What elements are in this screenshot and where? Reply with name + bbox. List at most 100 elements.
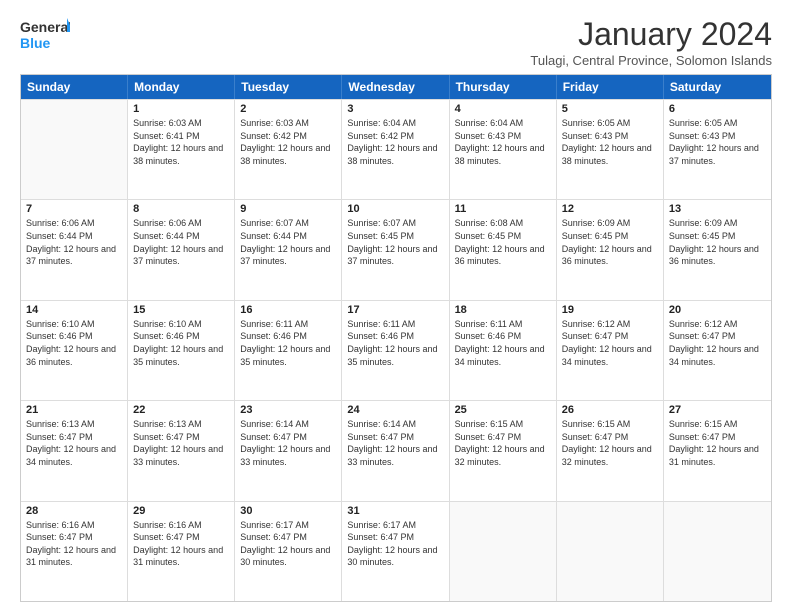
week-row-4: 28 Sunrise: 6:16 AMSunset: 6:47 PMDayligh… (21, 501, 771, 601)
date-number-15: 15 (133, 304, 229, 316)
logo: General Blue (20, 16, 70, 54)
cell-info-19: Sunrise: 6:12 AMSunset: 6:47 PMDaylight:… (562, 318, 658, 368)
empty-cell-4-5 (557, 502, 664, 601)
cell-info-24: Sunrise: 6:14 AMSunset: 6:47 PMDaylight:… (347, 418, 443, 468)
date-number-9: 9 (240, 203, 336, 215)
cell-info-29: Sunrise: 6:16 AMSunset: 6:47 PMDaylight:… (133, 519, 229, 569)
cell-info-8: Sunrise: 6:06 AMSunset: 6:44 PMDaylight:… (133, 217, 229, 267)
date-number-21: 21 (26, 404, 122, 416)
day-23: 23Sunrise: 6:14 AMSunset: 6:47 PMDayligh… (235, 401, 342, 500)
cell-info-22: Sunrise: 6:13 AMSunset: 6:47 PMDaylight:… (133, 418, 229, 468)
empty-cell-4-4 (450, 502, 557, 601)
date-number-27: 27 (669, 404, 766, 416)
cell-info-18: Sunrise: 6:11 AMSunset: 6:46 PMDaylight:… (455, 318, 551, 368)
header-day-thursday: Thursday (450, 75, 557, 99)
logo-svg: General Blue (20, 16, 70, 54)
date-number-29: 29 (133, 505, 229, 517)
header-day-saturday: Saturday (664, 75, 771, 99)
subtitle: Tulagi, Central Province, Solomon Island… (530, 53, 772, 68)
svg-text:Blue: Blue (20, 35, 51, 51)
cell-info-25: Sunrise: 6:15 AMSunset: 6:47 PMDaylight:… (455, 418, 551, 468)
day-27: 27 Sunrise: 6:15 AMSunset: 6:47 PMDayligh… (664, 401, 771, 500)
date-number-19: 19 (562, 304, 658, 316)
cell-info-9: Sunrise: 6:07 AMSunset: 6:44 PMDaylight:… (240, 217, 336, 267)
header-day-sunday: Sunday (21, 75, 128, 99)
day-11: 11 Sunrise: 6:08 AMSunset: 6:45 PMDayligh… (450, 200, 557, 299)
day-13: 13Sunrise: 6:09 AMSunset: 6:45 PMDayligh… (664, 200, 771, 299)
week-row-2: 14 Sunrise: 6:10 AMSunset: 6:46 PMDayligh… (21, 300, 771, 400)
cell-info-11: Sunrise: 6:08 AMSunset: 6:45 PMDaylight:… (455, 217, 551, 267)
date-number-16: 16 (240, 304, 336, 316)
page: General Blue January 2024 Tulagi, Centra… (0, 0, 792, 612)
header-day-monday: Monday (128, 75, 235, 99)
date-number-28: 28 (26, 505, 122, 517)
header-day-wednesday: Wednesday (342, 75, 449, 99)
month-title: January 2024 (530, 16, 772, 53)
cell-info-26: Sunrise: 6:15 AMSunset: 6:47 PMDaylight:… (562, 418, 658, 468)
day-22: 22Sunrise: 6:13 AMSunset: 6:47 PMDayligh… (128, 401, 235, 500)
date-number-11: 11 (455, 203, 551, 215)
day-18: 18Sunrise: 6:11 AMSunset: 6:46 PMDayligh… (450, 301, 557, 400)
day-7: 7 Sunrise: 6:06 AMSunset: 6:44 PMDaylight… (21, 200, 128, 299)
svg-text:General: General (20, 19, 70, 35)
week-row-0: 1Sunrise: 6:03 AMSunset: 6:41 PMDaylight… (21, 99, 771, 199)
day-3: 3 Sunrise: 6:04 AMSunset: 6:42 PMDaylight… (342, 100, 449, 199)
day-29: 29 Sunrise: 6:16 AMSunset: 6:47 PMDayligh… (128, 502, 235, 601)
cell-info-7: Sunrise: 6:06 AMSunset: 6:44 PMDaylight:… (26, 217, 122, 267)
cell-info-6: Sunrise: 6:05 AMSunset: 6:43 PMDaylight:… (669, 117, 766, 167)
cell-info-15: Sunrise: 6:10 AMSunset: 6:46 PMDaylight:… (133, 318, 229, 368)
empty-cell-0-0 (21, 100, 128, 199)
day-15: 15 Sunrise: 6:10 AMSunset: 6:46 PMDayligh… (128, 301, 235, 400)
date-number-5: 5 (562, 103, 658, 115)
day-26: 26 Sunrise: 6:15 AMSunset: 6:47 PMDayligh… (557, 401, 664, 500)
cell-info-1: Sunrise: 6:03 AMSunset: 6:41 PMDaylight:… (133, 117, 229, 167)
day-14: 14 Sunrise: 6:10 AMSunset: 6:46 PMDayligh… (21, 301, 128, 400)
date-number-30: 30 (240, 505, 336, 517)
day-12: 12Sunrise: 6:09 AMSunset: 6:45 PMDayligh… (557, 200, 664, 299)
cell-info-16: Sunrise: 6:11 AMSunset: 6:46 PMDaylight:… (240, 318, 336, 368)
cell-info-3: Sunrise: 6:04 AMSunset: 6:42 PMDaylight:… (347, 117, 443, 167)
empty-cell-4-6 (664, 502, 771, 601)
cell-info-5: Sunrise: 6:05 AMSunset: 6:43 PMDaylight:… (562, 117, 658, 167)
date-number-23: 23 (240, 404, 336, 416)
date-number-14: 14 (26, 304, 122, 316)
cell-info-14: Sunrise: 6:10 AMSunset: 6:46 PMDaylight:… (26, 318, 122, 368)
cell-info-21: Sunrise: 6:13 AMSunset: 6:47 PMDaylight:… (26, 418, 122, 468)
header-day-tuesday: Tuesday (235, 75, 342, 99)
cell-info-4: Sunrise: 6:04 AMSunset: 6:43 PMDaylight:… (455, 117, 551, 167)
day-1: 1Sunrise: 6:03 AMSunset: 6:41 PMDaylight… (128, 100, 235, 199)
cell-info-31: Sunrise: 6:17 AMSunset: 6:47 PMDaylight:… (347, 519, 443, 569)
day-9: 9 Sunrise: 6:07 AMSunset: 6:44 PMDaylight… (235, 200, 342, 299)
day-20: 20 Sunrise: 6:12 AMSunset: 6:47 PMDayligh… (664, 301, 771, 400)
cell-info-17: Sunrise: 6:11 AMSunset: 6:46 PMDaylight:… (347, 318, 443, 368)
day-10: 10 Sunrise: 6:07 AMSunset: 6:45 PMDayligh… (342, 200, 449, 299)
day-30: 30Sunrise: 6:17 AMSunset: 6:47 PMDayligh… (235, 502, 342, 601)
date-number-6: 6 (669, 103, 766, 115)
week-row-3: 21 Sunrise: 6:13 AMSunset: 6:47 PMDayligh… (21, 400, 771, 500)
cell-info-13: Sunrise: 6:09 AMSunset: 6:45 PMDaylight:… (669, 217, 766, 267)
day-16: 16 Sunrise: 6:11 AMSunset: 6:46 PMDayligh… (235, 301, 342, 400)
day-17: 17Sunrise: 6:11 AMSunset: 6:46 PMDayligh… (342, 301, 449, 400)
cell-info-20: Sunrise: 6:12 AMSunset: 6:47 PMDaylight:… (669, 318, 766, 368)
calendar: SundayMondayTuesdayWednesdayThursdayFrid… (20, 74, 772, 602)
calendar-header-row: SundayMondayTuesdayWednesdayThursdayFrid… (21, 75, 771, 99)
date-number-26: 26 (562, 404, 658, 416)
cell-info-10: Sunrise: 6:07 AMSunset: 6:45 PMDaylight:… (347, 217, 443, 267)
week-row-1: 7 Sunrise: 6:06 AMSunset: 6:44 PMDaylight… (21, 199, 771, 299)
date-number-20: 20 (669, 304, 766, 316)
date-number-3: 3 (347, 103, 443, 115)
day-19: 19 Sunrise: 6:12 AMSunset: 6:47 PMDayligh… (557, 301, 664, 400)
day-24: 24Sunrise: 6:14 AMSunset: 6:47 PMDayligh… (342, 401, 449, 500)
cell-info-12: Sunrise: 6:09 AMSunset: 6:45 PMDaylight:… (562, 217, 658, 267)
title-area: January 2024 Tulagi, Central Province, S… (530, 16, 772, 68)
day-8: 8 Sunrise: 6:06 AMSunset: 6:44 PMDaylight… (128, 200, 235, 299)
cell-info-28: Sunrise: 6:16 AMSunset: 6:47 PMDaylight:… (26, 519, 122, 569)
header: General Blue January 2024 Tulagi, Centra… (20, 16, 772, 68)
date-number-8: 8 (133, 203, 229, 215)
date-number-10: 10 (347, 203, 443, 215)
cell-info-27: Sunrise: 6:15 AMSunset: 6:47 PMDaylight:… (669, 418, 766, 468)
day-28: 28 Sunrise: 6:16 AMSunset: 6:47 PMDayligh… (21, 502, 128, 601)
date-number-7: 7 (26, 203, 122, 215)
day-4: 4Sunrise: 6:04 AMSunset: 6:43 PMDaylight… (450, 100, 557, 199)
cell-info-2: Sunrise: 6:03 AMSunset: 6:42 PMDaylight:… (240, 117, 336, 167)
